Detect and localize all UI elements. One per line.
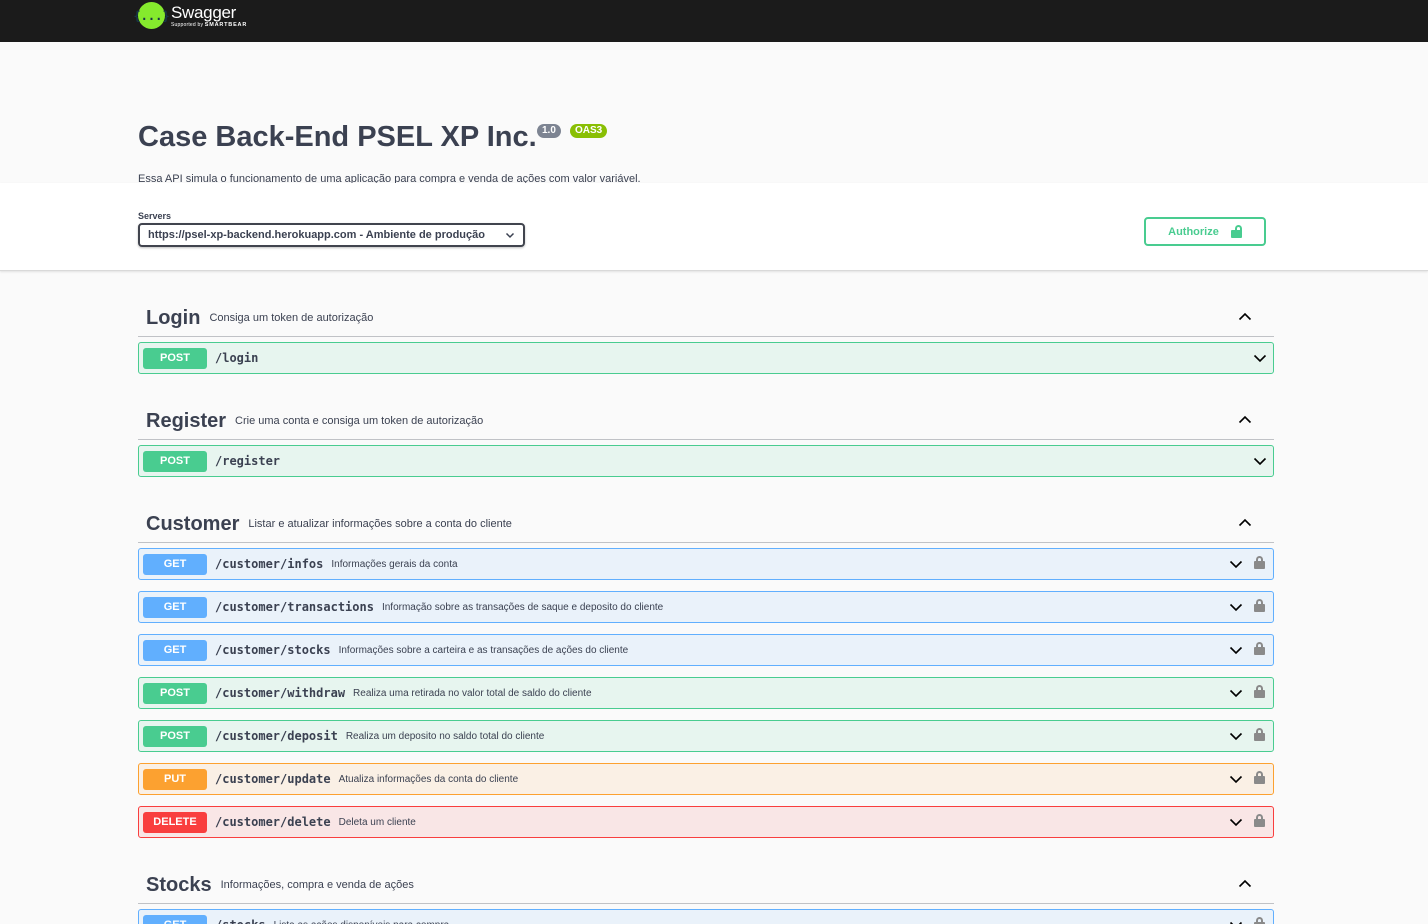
operation-row[interactable]: POST/customer/deposit Realiza um deposito… xyxy=(138,720,1274,752)
tag-section-register[interactable]: Register Crie uma conta e consiga um toke… xyxy=(138,403,1274,440)
http-method-badge: GET xyxy=(143,914,207,924)
topbar: {...} Swagger Supported by SMARTBEAR xyxy=(0,0,1428,42)
endpoint-summary: Lista as ações disponíveis para compra xyxy=(274,920,450,924)
lock-icon[interactable] xyxy=(1254,685,1265,698)
http-method-badge: POST xyxy=(143,450,207,472)
endpoint-path: /customer/deposit xyxy=(215,729,338,743)
chevron-up-icon[interactable] xyxy=(1238,516,1252,530)
servers-select[interactable]: https://psel-xp-backend.herokuapp.com - … xyxy=(138,223,525,247)
swagger-logo[interactable]: {...} Swagger Supported by SMARTBEAR xyxy=(133,2,247,29)
endpoint-path: /customer/withdraw xyxy=(215,686,346,700)
tag-description: Crie uma conta e consiga um token de aut… xyxy=(235,415,484,427)
servers-selected-value: https://psel-xp-backend.herokuapp.com - … xyxy=(148,229,485,241)
operation-row[interactable]: POST/customer/withdraw Realiza uma retira… xyxy=(138,677,1274,709)
endpoint-summary: Informações gerais da conta xyxy=(331,558,458,570)
oas-badge: OAS3 xyxy=(570,124,608,138)
api-info: Case Back-End PSEL XP Inc. 1.0 OAS3 Essa… xyxy=(0,42,1428,185)
servers-label: Servers xyxy=(138,211,172,221)
chevron-up-icon[interactable] xyxy=(1238,310,1252,324)
chevron-down-icon[interactable] xyxy=(1229,815,1243,829)
logo-brand: SMARTBEAR xyxy=(204,21,248,28)
endpoint-summary: Realiza um deposito no saldo total do cl… xyxy=(345,730,545,742)
tag-name: Register xyxy=(146,409,227,432)
logo-supported: Supported by xyxy=(171,21,204,28)
tag-name: Stocks xyxy=(146,873,212,896)
tag-section-customer[interactable]: Customer Listar e atualizar informações s… xyxy=(138,506,1274,543)
endpoint-path: /customer/transactions xyxy=(215,600,374,614)
tag-description: Listar e atualizar informações sobre a c… xyxy=(248,518,512,530)
lock-icon[interactable] xyxy=(1254,599,1265,612)
version-badge: 1.0 xyxy=(537,124,561,138)
chevron-down-icon[interactable] xyxy=(1253,454,1267,468)
tag-description: Informações, compra e venda de ações xyxy=(220,879,414,891)
lock-icon[interactable] xyxy=(1254,556,1265,569)
endpoint-path: /customer/infos xyxy=(215,557,324,571)
swagger-logo-icon: {...} xyxy=(133,2,170,29)
http-method-badge: GET xyxy=(143,596,207,618)
lock-icon[interactable] xyxy=(1254,771,1265,784)
http-method-badge: GET xyxy=(143,553,207,575)
tag-section-login[interactable]: Login Consiga um token de autorização xyxy=(138,300,1274,337)
lock-icon[interactable] xyxy=(1254,917,1265,924)
chevron-down-icon xyxy=(505,232,515,239)
endpoint-summary: Realiza uma retirada no valor total de s… xyxy=(353,687,592,699)
chevron-down-icon[interactable] xyxy=(1229,918,1243,924)
lock-icon[interactable] xyxy=(1254,728,1265,741)
endpoint-summary: Deleta um cliente xyxy=(338,816,416,828)
http-method-badge: DELETE xyxy=(143,811,207,833)
chevron-down-icon[interactable] xyxy=(1253,351,1267,365)
http-method-badge: PUT xyxy=(143,768,207,790)
http-method-badge: POST xyxy=(143,347,207,369)
tag-name: Login xyxy=(146,306,201,329)
page-title: Case Back-End PSEL XP Inc. xyxy=(138,121,537,153)
endpoint-path: /login xyxy=(215,351,259,365)
endpoint-path: /customer/delete xyxy=(215,815,331,829)
tag-name: Customer xyxy=(146,512,240,535)
operation-row[interactable]: POST/login xyxy=(138,342,1274,374)
chevron-down-icon[interactable] xyxy=(1229,772,1243,786)
operations-list: Login Consiga um token de autorização POST… xyxy=(0,300,1428,924)
chevron-down-icon[interactable] xyxy=(1229,643,1243,657)
endpoint-summary: Informação sobre as transações de saque … xyxy=(381,601,664,613)
chevron-down-icon[interactable] xyxy=(1229,729,1243,743)
http-method-badge: POST xyxy=(143,725,207,747)
swagger-logo-text: Swagger Supported by SMARTBEAR xyxy=(171,3,247,29)
scheme-container: Servers https://psel-xp-backend.herokuap… xyxy=(0,183,1428,271)
authorize-button[interactable]: Authorize xyxy=(1144,217,1266,246)
operation-row[interactable]: GET/customer/infos Informações gerais da … xyxy=(138,548,1274,580)
operation-row[interactable]: GET/customer/transactions Informação sobr… xyxy=(138,591,1274,623)
tag-description: Consiga um token de autorização xyxy=(209,312,374,324)
endpoint-path: /register xyxy=(215,454,281,468)
logo-subtitle: Supported by SMARTBEAR xyxy=(171,22,247,29)
operation-row[interactable]: POST/register xyxy=(138,445,1274,477)
unlocked-icon xyxy=(1230,225,1242,238)
http-method-badge: GET xyxy=(143,639,207,661)
endpoint-path: /customer/stocks xyxy=(215,643,331,657)
operation-row[interactable]: GET/customer/stocks Informações sobre a c… xyxy=(138,634,1274,666)
logo-title: Swagger xyxy=(171,2,236,22)
chevron-down-icon[interactable] xyxy=(1229,686,1243,700)
operation-row[interactable]: PUT/customer/update Atualiza informações … xyxy=(138,763,1274,795)
operation-row[interactable]: GET/stocks Lista as ações disponíveis par… xyxy=(138,909,1274,924)
operation-row[interactable]: DELETE/customer/delete Deleta um cliente xyxy=(138,806,1274,838)
chevron-down-icon[interactable] xyxy=(1229,557,1243,571)
endpoint-path: /stocks xyxy=(215,918,266,924)
endpoint-summary: Atualiza informações da conta do cliente xyxy=(338,773,519,785)
http-method-badge: POST xyxy=(143,682,207,704)
chevron-down-icon[interactable] xyxy=(1229,600,1243,614)
authorize-label: Authorize xyxy=(1168,225,1219,238)
chevron-up-icon[interactable] xyxy=(1238,413,1252,427)
tag-section-stocks[interactable]: Stocks Informações, compra e venda de açõ… xyxy=(138,867,1274,904)
lock-icon[interactable] xyxy=(1254,642,1265,655)
lock-icon[interactable] xyxy=(1254,814,1265,827)
endpoint-summary: Informações sobre a carteira e as transa… xyxy=(338,644,629,656)
endpoint-path: /customer/update xyxy=(215,772,331,786)
chevron-up-icon[interactable] xyxy=(1238,877,1252,891)
